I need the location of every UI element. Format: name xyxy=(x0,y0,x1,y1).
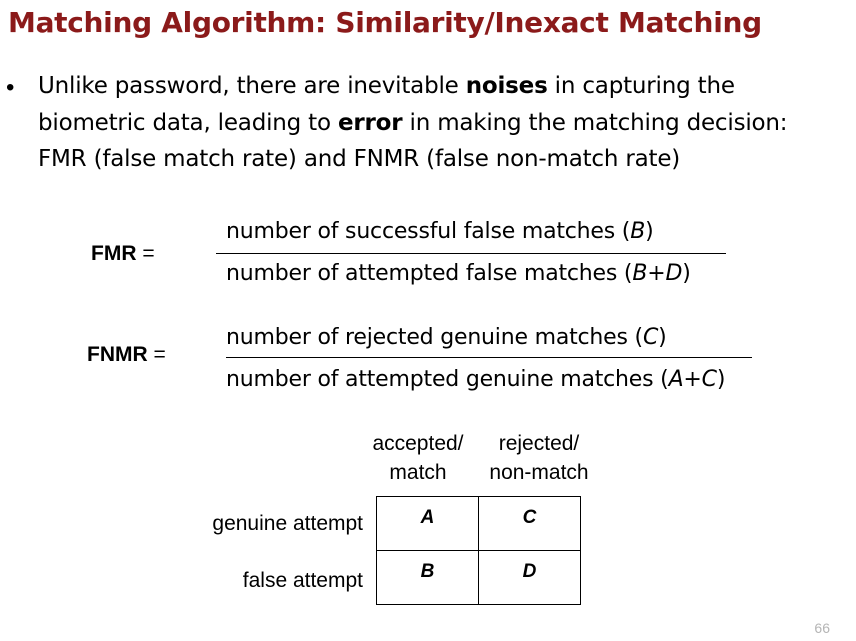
bullet-line-1-text: Unlike password, there are inevitable xyxy=(38,73,466,99)
bullet-paragraph: Unlike password, there are inevitable no… xyxy=(38,68,848,178)
cell-d: D xyxy=(478,550,581,605)
fmr-numerator-close: ) xyxy=(645,219,654,244)
fnmr-numerator-var: C xyxy=(642,325,659,350)
col-header-accepted-line1: accepted/ xyxy=(372,432,464,455)
bullet-bold-error: error xyxy=(337,109,403,136)
slide-title: Matching Algorithm: Similarity/Inexact M… xyxy=(8,6,762,39)
fmr-numerator-var: B xyxy=(630,219,646,244)
cell-b-text: B xyxy=(420,561,435,582)
row-label-genuine: genuine attempt xyxy=(212,512,363,535)
fnmr-numerator-text: number of rejected genuine matches ( xyxy=(226,325,643,350)
bullet-line-2: biometric data, leading to error in maki… xyxy=(38,105,848,142)
col-header-rejected: rejected/ non-match xyxy=(478,429,600,487)
fmr-equals: = xyxy=(136,242,155,265)
col-header-accepted-line2: match xyxy=(389,461,447,484)
fnmr-denominator-var: A+C xyxy=(668,367,717,392)
fmr-denominator-var: B+D xyxy=(632,261,683,286)
page-number: 66 xyxy=(814,620,830,636)
cell-a-text: A xyxy=(420,507,435,528)
fnmr-fraction-bar xyxy=(226,357,752,358)
bullet-line-1-tail: in capturing the xyxy=(547,73,735,99)
bullet-line-3: FMR (false match rate) and FNMR (false n… xyxy=(38,146,681,172)
confusion-matrix: A C B D xyxy=(376,496,581,605)
bullet-line-1: Unlike password, there are inevitable no… xyxy=(38,68,848,105)
fnmr-denominator: number of attempted genuine matches (A+C… xyxy=(226,367,725,392)
fnmr-numerator-close: ) xyxy=(658,325,667,350)
bullet-bold-noises: noises xyxy=(465,73,548,99)
cell-b: B xyxy=(376,550,479,605)
bullet-marker: • xyxy=(6,74,15,101)
fmr-label: FMR = xyxy=(91,242,155,266)
fnmr-equals: = xyxy=(147,343,166,366)
bullet-line-2-tail: in making the matching decision: xyxy=(402,109,788,136)
cell-d-text: D xyxy=(522,561,537,582)
cell-c-text: C xyxy=(522,507,537,528)
fmr-label-text: FMR xyxy=(91,242,137,265)
fnmr-denominator-text: number of attempted genuine matches ( xyxy=(226,367,669,392)
fmr-numerator-text: number of successful false matches ( xyxy=(226,219,631,244)
matrix-row-genuine: A C xyxy=(376,496,581,551)
fmr-numerator: number of successful false matches (B) xyxy=(226,219,654,244)
bullet-line-2-text: biometric data, leading to xyxy=(38,109,338,136)
cell-c: C xyxy=(478,496,581,551)
fmr-fraction-bar xyxy=(216,253,726,254)
col-header-rejected-line2: non-match xyxy=(489,461,589,484)
fmr-denominator-close: ) xyxy=(682,261,691,286)
col-header-rejected-line1: rejected/ xyxy=(498,432,580,455)
fnmr-label: FNMR = xyxy=(87,343,166,367)
row-label-false: false attempt xyxy=(242,569,363,592)
matrix-row-false: B D xyxy=(376,550,581,605)
col-header-accepted: accepted/ match xyxy=(362,429,474,487)
cell-a: A xyxy=(376,496,479,551)
fnmr-label-text: FNMR xyxy=(87,343,148,366)
fmr-denominator-text: number of attempted false matches ( xyxy=(226,261,633,286)
fmr-denominator: number of attempted false matches (B+D) xyxy=(226,261,691,286)
fnmr-denominator-close: ) xyxy=(716,367,726,392)
fnmr-numerator: number of rejected genuine matches (C) xyxy=(226,325,667,350)
